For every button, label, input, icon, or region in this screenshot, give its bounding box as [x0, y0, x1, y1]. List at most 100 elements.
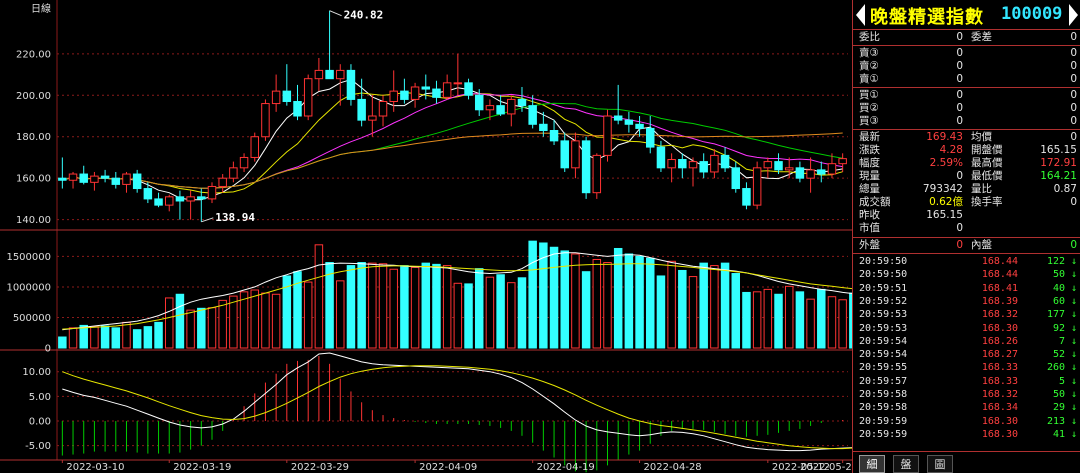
- volume-bar: [90, 326, 99, 349]
- sell2-price: 0: [956, 60, 963, 72]
- macd-tick-label: 10.00: [22, 367, 51, 378]
- down-arrow-icon: ↓: [1070, 389, 1078, 400]
- prevclose-value: 165.15: [926, 209, 963, 221]
- volume-bar: [100, 325, 110, 349]
- candle: [453, 82, 463, 85]
- volume-tick-label: 1000000: [6, 282, 51, 293]
- tick-time: 20:59:50: [859, 256, 908, 267]
- change-value: 4.28: [939, 144, 963, 156]
- down-arrow-icon: ↓: [1070, 402, 1078, 414]
- date-label: 2022-04-09: [419, 462, 477, 473]
- tick-time: 20:59:50: [859, 269, 908, 281]
- kline-chart[interactable]: 140.00 160.00 180.00 200.00 220.00 日線 240.82 13…: [0, 0, 852, 473]
- tick-price: 168.39: [981, 295, 1018, 307]
- down-arrow-icon: ↓: [1070, 428, 1078, 440]
- volume-bar: [68, 327, 78, 349]
- price-tick-label: 180.00: [16, 132, 51, 143]
- tab-chart[interactable]: 圖: [927, 455, 953, 473]
- sell3-vol: 0: [1070, 47, 1077, 59]
- candle: [197, 196, 206, 200]
- tick-price: 168.44: [981, 269, 1018, 281]
- range-label: 幅度: [859, 157, 880, 169]
- tick-time: 20:59:51: [859, 282, 908, 294]
- candle: [410, 86, 420, 100]
- candle: [250, 136, 259, 158]
- candle: [528, 105, 537, 125]
- last-label: 最新: [859, 131, 880, 143]
- candle: [314, 69, 324, 80]
- candle: [795, 167, 805, 179]
- candle: [154, 198, 163, 206]
- sell3-label: 賣③: [859, 47, 879, 59]
- macd-tick-label: 0.00: [29, 417, 51, 428]
- candle: [581, 140, 591, 194]
- volume-bar: [400, 265, 409, 349]
- tick-price: 168.30: [981, 428, 1018, 440]
- candle: [400, 90, 409, 100]
- totalvol-value: 793342: [922, 183, 963, 195]
- outer-inner-row: 外盤 0 內盤 0: [853, 239, 1080, 252]
- candle: [624, 119, 634, 125]
- candle: [710, 154, 719, 173]
- buy1-row: 買① 0 0: [853, 89, 1080, 102]
- volume-bar: [432, 263, 441, 349]
- candle: [357, 98, 366, 121]
- candle: [143, 188, 153, 200]
- candle: [325, 69, 334, 80]
- tick-row: 20:59:55 168.33 260 ↓: [853, 361, 1080, 374]
- volume-bar: [111, 327, 121, 349]
- tick-price: 168.34: [981, 402, 1018, 414]
- volume-bar: [496, 274, 505, 349]
- tick-row: 20:59:58 168.32 50 ↓: [853, 388, 1080, 401]
- down-arrow-icon: ↓: [1070, 335, 1078, 347]
- mktval-value: 0: [956, 222, 963, 234]
- candle: [100, 175, 110, 179]
- tick-time: 20:59:58: [859, 402, 908, 414]
- tick-row: 20:59:59 168.30 41 ↓: [853, 428, 1080, 441]
- tick-time: 20:59:59: [859, 415, 908, 427]
- triangle-left-icon[interactable]: [856, 4, 865, 26]
- tick-row: 20:59:53 168.30 92 ↓: [853, 322, 1080, 335]
- quote-panel: 晚盤精選指數 100009 委比 0 委差 0 賣③ 0 0 賣② 0 0 賣①…: [852, 0, 1080, 473]
- range-value: 2.59%: [929, 157, 963, 169]
- amount-value: 0.62億: [929, 196, 963, 208]
- volume-bar: [410, 266, 420, 349]
- candle: [592, 154, 602, 194]
- volume-bar: [357, 262, 366, 349]
- period-label: 日線: [31, 2, 51, 15]
- volume-bar: [774, 293, 783, 349]
- candle: [496, 105, 505, 115]
- open-label: 開盤價: [971, 144, 1003, 156]
- macd-line: [62, 352, 852, 452]
- candle: [111, 177, 121, 185]
- volume-bar: [474, 268, 484, 349]
- triangle-right-icon[interactable]: [1069, 4, 1078, 26]
- change-label: 漲跌: [859, 144, 880, 156]
- buy2-price: 0: [956, 102, 963, 114]
- volume-bar: [143, 326, 153, 349]
- macd-line: [62, 365, 852, 450]
- candle: [90, 175, 99, 183]
- down-arrow-icon: ↓: [1070, 269, 1078, 281]
- candle: [58, 177, 67, 181]
- candle: [539, 123, 548, 132]
- amount-row: 成交額 0.62億 換手率 0: [853, 196, 1080, 209]
- volume-bar: [132, 329, 142, 349]
- candle: [368, 115, 377, 121]
- candle: [560, 140, 569, 169]
- tab-book[interactable]: 盤: [893, 455, 919, 473]
- price-tick-label: 160.00: [16, 174, 51, 185]
- ratio-label: 量比: [971, 183, 992, 195]
- price-tick-label: 140.00: [16, 215, 51, 226]
- buy1-vol: 0: [1070, 89, 1077, 101]
- prevclose-label: 昨收: [859, 209, 880, 221]
- tab-detail[interactable]: 細: [859, 455, 885, 473]
- weibi-label: 委比: [859, 31, 880, 43]
- volume-bar: [207, 307, 217, 349]
- chart-area[interactable]: 140.00 160.00 180.00 200.00 220.00 日線 240.82 13…: [0, 0, 852, 473]
- candle: [656, 146, 666, 169]
- tick-price: 168.26: [981, 335, 1018, 347]
- high-marker-label: 240.82: [344, 9, 384, 22]
- tick-volume: 260: [1046, 362, 1065, 374]
- tick-volume: 50: [1052, 389, 1065, 400]
